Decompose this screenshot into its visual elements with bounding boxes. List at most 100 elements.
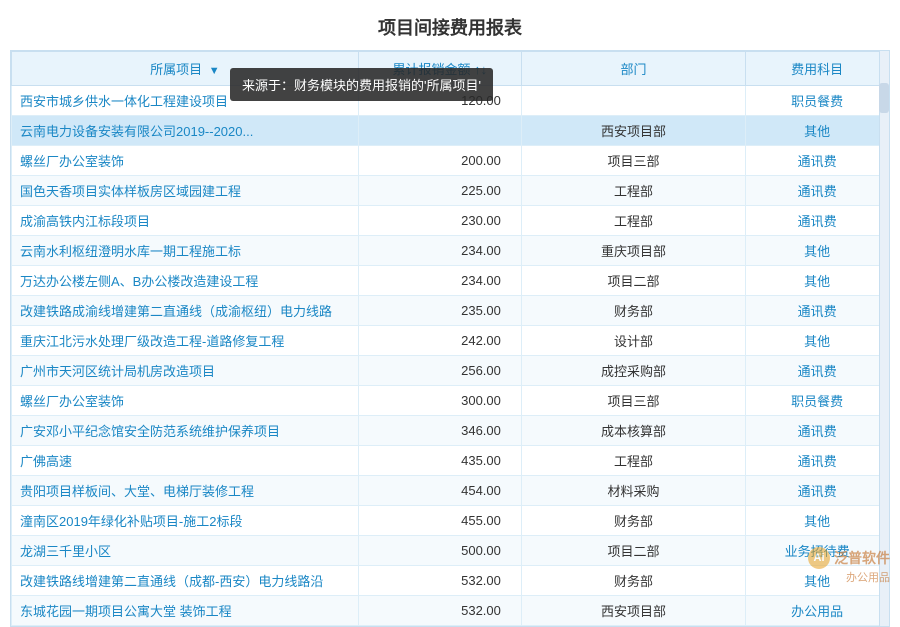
table-row: 成渝高铁内江标段项目230.00工程部通讯费 [12, 206, 889, 236]
cell-department: 西安项目部 [521, 596, 745, 626]
cell-category: 通讯费 [746, 476, 889, 506]
cell-category: 其他 [746, 566, 889, 596]
cell-category: 职员餐费 [746, 386, 889, 416]
cell-category: 通讯费 [746, 356, 889, 386]
cell-project[interactable]: 重庆江北污水处理厂级改造工程-道路修复工程 [12, 326, 359, 356]
cell-department: 财务部 [521, 296, 745, 326]
cell-amount: 454.00 [358, 476, 521, 506]
cell-department: 项目三部 [521, 386, 745, 416]
table-row: 西安市城乡供水一体化工程建设项目120.00 职员餐费 [12, 86, 889, 116]
cell-project[interactable]: 万达办公楼左侧A、B办公楼改造建设工程 [12, 266, 359, 296]
cell-amount [358, 116, 521, 146]
table-row: 万达办公楼左侧A、B办公楼改造建设工程234.00项目二部其他 [12, 266, 889, 296]
cell-project[interactable]: 广佛高速 [12, 446, 359, 476]
cell-project[interactable]: 国色天香项目实体样板房区域园建工程 [12, 176, 359, 206]
sort-icon-project: ▼ [209, 65, 220, 77]
table-row: 螺丝厂办公室装饰300.00项目三部职员餐费 [12, 386, 889, 416]
cell-project[interactable]: 广安邓小平纪念馆安全防范系统维护保养项目 [12, 416, 359, 446]
cell-amount: 242.00 [358, 326, 521, 356]
table-body: 西安市城乡供水一体化工程建设项目120.00职员餐费云南电力设备安装有限公司20… [12, 86, 889, 626]
cell-category: 其他 [746, 266, 889, 296]
cell-amount: 200.00 [358, 146, 521, 176]
cell-department: 财务部 [521, 566, 745, 596]
cell-department [521, 86, 745, 116]
cell-project[interactable]: 螺丝厂办公室装饰 [12, 146, 359, 176]
cell-amount: 346.00 [358, 416, 521, 446]
report-table: 所属项目 ▼ 累计报销金额 ↑↓ 部门 费用科目 西安市城乡供水一体化工程建设项… [11, 51, 889, 626]
cell-category: 通讯费 [746, 176, 889, 206]
cell-project[interactable]: 西安市城乡供水一体化工程建设项目 [12, 86, 359, 116]
cell-category: 通讯费 [746, 146, 889, 176]
page-title: 项目间接费用报表 [0, 0, 900, 50]
cell-amount: 435.00 [358, 446, 521, 476]
cell-department: 财务部 [521, 506, 745, 536]
cell-amount: 532.00 [358, 566, 521, 596]
cell-category: 业务招待费 [746, 536, 889, 566]
cell-category: 通讯费 [746, 446, 889, 476]
table-row: 龙湖三千里小区500.00项目二部业务招待费 [12, 536, 889, 566]
cell-project[interactable]: 云南水利枢纽澄明水库一期工程施工标 [12, 236, 359, 266]
cell-category: 通讯费 [746, 416, 889, 446]
cell-department: 设计部 [521, 326, 745, 356]
cell-department: 成控采购部 [521, 356, 745, 386]
cell-category: 办公用品 [746, 596, 889, 626]
cell-amount: 120.00 [358, 86, 521, 116]
cell-department: 重庆项目部 [521, 236, 745, 266]
cell-project[interactable]: 成渝高铁内江标段项目 [12, 206, 359, 236]
cell-department: 材料采购 [521, 476, 745, 506]
table-header-row: 所属项目 ▼ 累计报销金额 ↑↓ 部门 费用科目 [12, 52, 889, 86]
cell-project[interactable]: 云南电力设备安装有限公司2019--2020... [12, 116, 359, 146]
cell-department: 项目三部 [521, 146, 745, 176]
cell-amount: 532.00 [358, 596, 521, 626]
cell-project[interactable]: 贵阳项目样板间、大堂、电梯厅装修工程 [12, 476, 359, 506]
table-row: 云南电力设备安装有限公司2019--2020... 西安项目部其他 [12, 116, 889, 146]
scrollbar-thumb[interactable] [879, 83, 889, 113]
cell-amount: 300.00 [358, 386, 521, 416]
cell-amount: 256.00 [358, 356, 521, 386]
cell-amount: 234.00 [358, 266, 521, 296]
cell-project[interactable]: 改建铁路成渝线增建第二直通线（成渝枢纽）电力线路 [12, 296, 359, 326]
col-amount[interactable]: 累计报销金额 ↑↓ [358, 52, 521, 86]
cell-department: 项目二部 [521, 266, 745, 296]
table-container: 所属项目 ▼ 累计报销金额 ↑↓ 部门 费用科目 西安市城乡供水一体化工程建设项… [10, 50, 890, 627]
table-row: 改建铁路成渝线增建第二直通线（成渝枢纽）电力线路235.00财务部通讯费 [12, 296, 889, 326]
cell-category: 其他 [746, 236, 889, 266]
cell-category: 其他 [746, 326, 889, 356]
table-row: 改建铁路线增建第二直通线（成都-西安）电力线路沿532.00财务部其他 [12, 566, 889, 596]
cell-category: 通讯费 [746, 206, 889, 236]
cell-project[interactable]: 螺丝厂办公室装饰 [12, 386, 359, 416]
cell-amount: 230.00 [358, 206, 521, 236]
cell-department: 项目二部 [521, 536, 745, 566]
cell-project[interactable]: 东城花园一期项目公寓大堂 装饰工程 [12, 596, 359, 626]
cell-amount: 455.00 [358, 506, 521, 536]
cell-project[interactable]: 改建铁路线增建第二直通线（成都-西安）电力线路沿 [12, 566, 359, 596]
col-project[interactable]: 所属项目 ▼ [12, 52, 359, 86]
cell-department: 西安项目部 [521, 116, 745, 146]
cell-department: 工程部 [521, 206, 745, 236]
cell-amount: 225.00 [358, 176, 521, 206]
col-department: 部门 [521, 52, 745, 86]
cell-department: 成本核算部 [521, 416, 745, 446]
cell-project[interactable]: 龙湖三千里小区 [12, 536, 359, 566]
table-row: 东城花园一期项目公寓大堂 装饰工程532.00西安项目部办公用品 [12, 596, 889, 626]
table-row: 潼南区2019年绿化补贴项目-施工2标段455.00财务部其他 [12, 506, 889, 536]
table-row: 广州市天河区统计局机房改造项目256.00成控采购部通讯费 [12, 356, 889, 386]
table-row: 国色天香项目实体样板房区域园建工程225.00工程部通讯费 [12, 176, 889, 206]
table-row: 重庆江北污水处理厂级改造工程-道路修复工程242.00设计部其他 [12, 326, 889, 356]
cell-department: 工程部 [521, 176, 745, 206]
cell-project[interactable]: 广州市天河区统计局机房改造项目 [12, 356, 359, 386]
cell-department: 工程部 [521, 446, 745, 476]
table-row: 广安邓小平纪念馆安全防范系统维护保养项目346.00成本核算部通讯费 [12, 416, 889, 446]
cell-category: 其他 [746, 506, 889, 536]
cell-category: 职员餐费 [746, 86, 889, 116]
cell-category: 其他 [746, 116, 889, 146]
cell-amount: 234.00 [358, 236, 521, 266]
scrollbar-track[interactable] [879, 51, 889, 626]
table-row: 贵阳项目样板间、大堂、电梯厅装修工程454.00材料采购通讯费 [12, 476, 889, 506]
cell-project[interactable]: 潼南区2019年绿化补贴项目-施工2标段 [12, 506, 359, 536]
cell-amount: 500.00 [358, 536, 521, 566]
cell-amount: 235.00 [358, 296, 521, 326]
table-row: 螺丝厂办公室装饰200.00项目三部通讯费 [12, 146, 889, 176]
table-row: 云南水利枢纽澄明水库一期工程施工标234.00重庆项目部其他 [12, 236, 889, 266]
table-row: 广佛高速435.00工程部通讯费 [12, 446, 889, 476]
